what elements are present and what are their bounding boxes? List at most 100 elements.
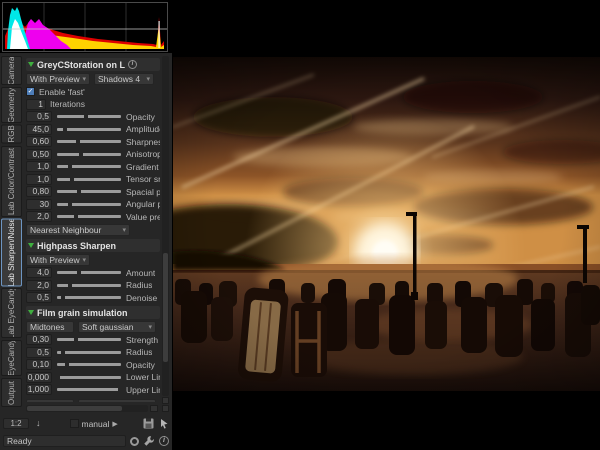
slider-handle[interactable] xyxy=(61,295,65,301)
slider-value-input[interactable]: 2,0 xyxy=(26,211,52,222)
slider-track[interactable] xyxy=(57,190,121,193)
slider-track[interactable] xyxy=(57,153,121,156)
zoom-fit-icon[interactable]: ↓ xyxy=(36,418,41,429)
slider-value-input[interactable]: 1,0 xyxy=(26,174,52,185)
slider-track[interactable] xyxy=(57,115,121,118)
about-info-icon[interactable]: i xyxy=(159,436,169,446)
slider-track[interactable] xyxy=(57,388,121,391)
manual-checkbox[interactable] xyxy=(70,419,79,428)
tool-tab[interactable]: Lab EyeCandy xyxy=(1,288,22,338)
slider-row[interactable]: 0,5 Radius xyxy=(26,346,160,359)
slider-row[interactable]: 30 Angular precision xyxy=(26,198,160,211)
slider-row[interactable]: 1,0 Tensor smoothne xyxy=(26,173,160,186)
slider-handle[interactable] xyxy=(68,201,72,207)
filmgrain-mode2-select[interactable]: Soft gaussian ▾ xyxy=(78,399,156,402)
slider-track[interactable] xyxy=(57,128,121,131)
slider-row[interactable]: 0,000 Lower Limit xyxy=(26,371,160,384)
vertical-scrollbar[interactable] xyxy=(162,56,169,396)
slider-handle[interactable] xyxy=(118,387,122,393)
run-pipeline-icon[interactable]: ▶ xyxy=(112,420,117,428)
slider-value-input[interactable]: 0,30 xyxy=(26,334,52,345)
section-header-filmgrain[interactable]: Film grain simulation xyxy=(26,306,160,319)
slider-handle[interactable] xyxy=(77,189,81,195)
greyc-preview-select[interactable]: With Preview ▾ xyxy=(26,73,90,85)
slider-row[interactable]: 0,80 Spacial precision xyxy=(26,186,160,199)
slider-value-input[interactable]: 2,0 xyxy=(26,280,52,291)
expander-triangle-icon[interactable] xyxy=(28,243,34,248)
wrench-icon[interactable] xyxy=(143,435,155,447)
slider-row[interactable]: 1,000 Upper Limit xyxy=(26,384,160,397)
tool-tab[interactable]: Lab Sharpen/Noise xyxy=(1,219,22,287)
slider-track[interactable] xyxy=(57,140,121,143)
slider-handle[interactable] xyxy=(70,176,74,182)
slider-row[interactable]: 4,0 Amount xyxy=(26,267,160,280)
slider-track[interactable] xyxy=(57,376,121,379)
slider-row[interactable]: 2,0 Radius xyxy=(26,279,160,292)
slider-value-input[interactable]: 1,0 xyxy=(26,161,52,172)
tool-tab[interactable]: RGB xyxy=(1,125,22,144)
slider-track[interactable] xyxy=(57,178,121,181)
slider-row[interactable]: 0,5 Opacity xyxy=(26,111,160,124)
image-preview[interactable] xyxy=(173,57,600,391)
slider-handle[interactable] xyxy=(74,337,78,343)
slider-track[interactable] xyxy=(57,351,121,354)
greyc-mask-select[interactable]: Shadows 4 ▾ xyxy=(94,73,154,85)
tool-tab[interactable]: Camera xyxy=(1,56,22,85)
slider-value-input[interactable]: 1,000 xyxy=(26,384,52,395)
slider-handle[interactable] xyxy=(56,374,60,380)
enable-fast-checkbox[interactable]: ✓ xyxy=(26,87,35,96)
iterations-input[interactable]: 1 xyxy=(26,99,46,110)
section-header-greycstoration[interactable]: GreyCStoration on L i xyxy=(26,58,160,71)
filmgrain-mode-select[interactable]: Soft gaussian ▾ xyxy=(78,321,156,333)
slider-row[interactable]: 0,5 Denoise xyxy=(26,292,160,305)
horizontal-scrollbar[interactable] xyxy=(26,405,148,412)
slider-value-input[interactable]: 30 xyxy=(26,199,52,210)
filmgrain-mask-select[interactable]: Midtones xyxy=(26,321,74,333)
slider-track[interactable] xyxy=(57,363,121,366)
cursor-icon[interactable] xyxy=(159,418,169,429)
slider-handle[interactable] xyxy=(65,362,69,368)
slider-value-input[interactable]: 0,5 xyxy=(26,347,52,358)
slider-track[interactable] xyxy=(57,338,121,341)
slider-handle[interactable] xyxy=(74,214,78,220)
slider-track[interactable] xyxy=(57,215,121,218)
filmgrain-mask2-select[interactable]: Midtones xyxy=(26,399,74,402)
tool-tab[interactable]: Output xyxy=(1,378,22,407)
slider-track[interactable] xyxy=(57,165,121,168)
gimp-export-icon[interactable] xyxy=(130,437,139,446)
slider-value-input[interactable]: 0,5 xyxy=(26,111,52,122)
slider-value-input[interactable]: 0,60 xyxy=(26,136,52,147)
expander-triangle-icon[interactable] xyxy=(28,310,34,315)
slider-handle[interactable] xyxy=(63,126,67,132)
section-header-highpass[interactable]: Highpass Sharpen xyxy=(26,239,160,252)
slider-value-input[interactable]: 4,0 xyxy=(26,267,52,278)
slider-row[interactable]: 45,0 Amplitude xyxy=(26,123,160,136)
slider-value-input[interactable]: 0,10 xyxy=(26,359,52,370)
slider-value-input[interactable]: 0,50 xyxy=(26,149,52,160)
expander-triangle-icon[interactable] xyxy=(28,62,34,67)
slider-row[interactable]: 0,30 Strength xyxy=(26,334,160,347)
info-icon[interactable]: i xyxy=(128,60,137,69)
slider-value-input[interactable]: 0,000 xyxy=(26,372,52,383)
slider-row[interactable]: 0,50 Anisotropy xyxy=(26,148,160,161)
slider-handle[interactable] xyxy=(68,164,72,170)
tool-tab[interactable]: EyeCandy xyxy=(1,340,22,376)
scroll-down-button[interactable] xyxy=(162,405,169,412)
slider-handle[interactable] xyxy=(68,282,72,288)
slider-track[interactable] xyxy=(57,284,121,287)
save-icon[interactable] xyxy=(143,418,154,429)
slider-track[interactable] xyxy=(57,296,121,299)
slider-handle[interactable] xyxy=(84,114,88,120)
vertical-scrollbar-thumb[interactable] xyxy=(163,253,168,362)
slider-value-input[interactable]: 45,0 xyxy=(26,124,52,135)
slider-handle[interactable] xyxy=(61,349,65,355)
tool-tab[interactable]: Geometry xyxy=(1,87,22,123)
slider-row[interactable]: 1,0 Gradient smoothi xyxy=(26,161,160,174)
slider-handle[interactable] xyxy=(79,151,83,157)
slider-track[interactable] xyxy=(57,271,121,274)
zoom-level-box[interactable]: 1:2 xyxy=(3,418,29,429)
horizontal-scrollbar-thumb[interactable] xyxy=(27,406,122,411)
interpolation-select[interactable]: Nearest Neighbour ▾ xyxy=(26,224,130,236)
slider-track[interactable] xyxy=(57,203,121,206)
highpass-preview-select[interactable]: With Preview ▾ xyxy=(26,254,90,266)
